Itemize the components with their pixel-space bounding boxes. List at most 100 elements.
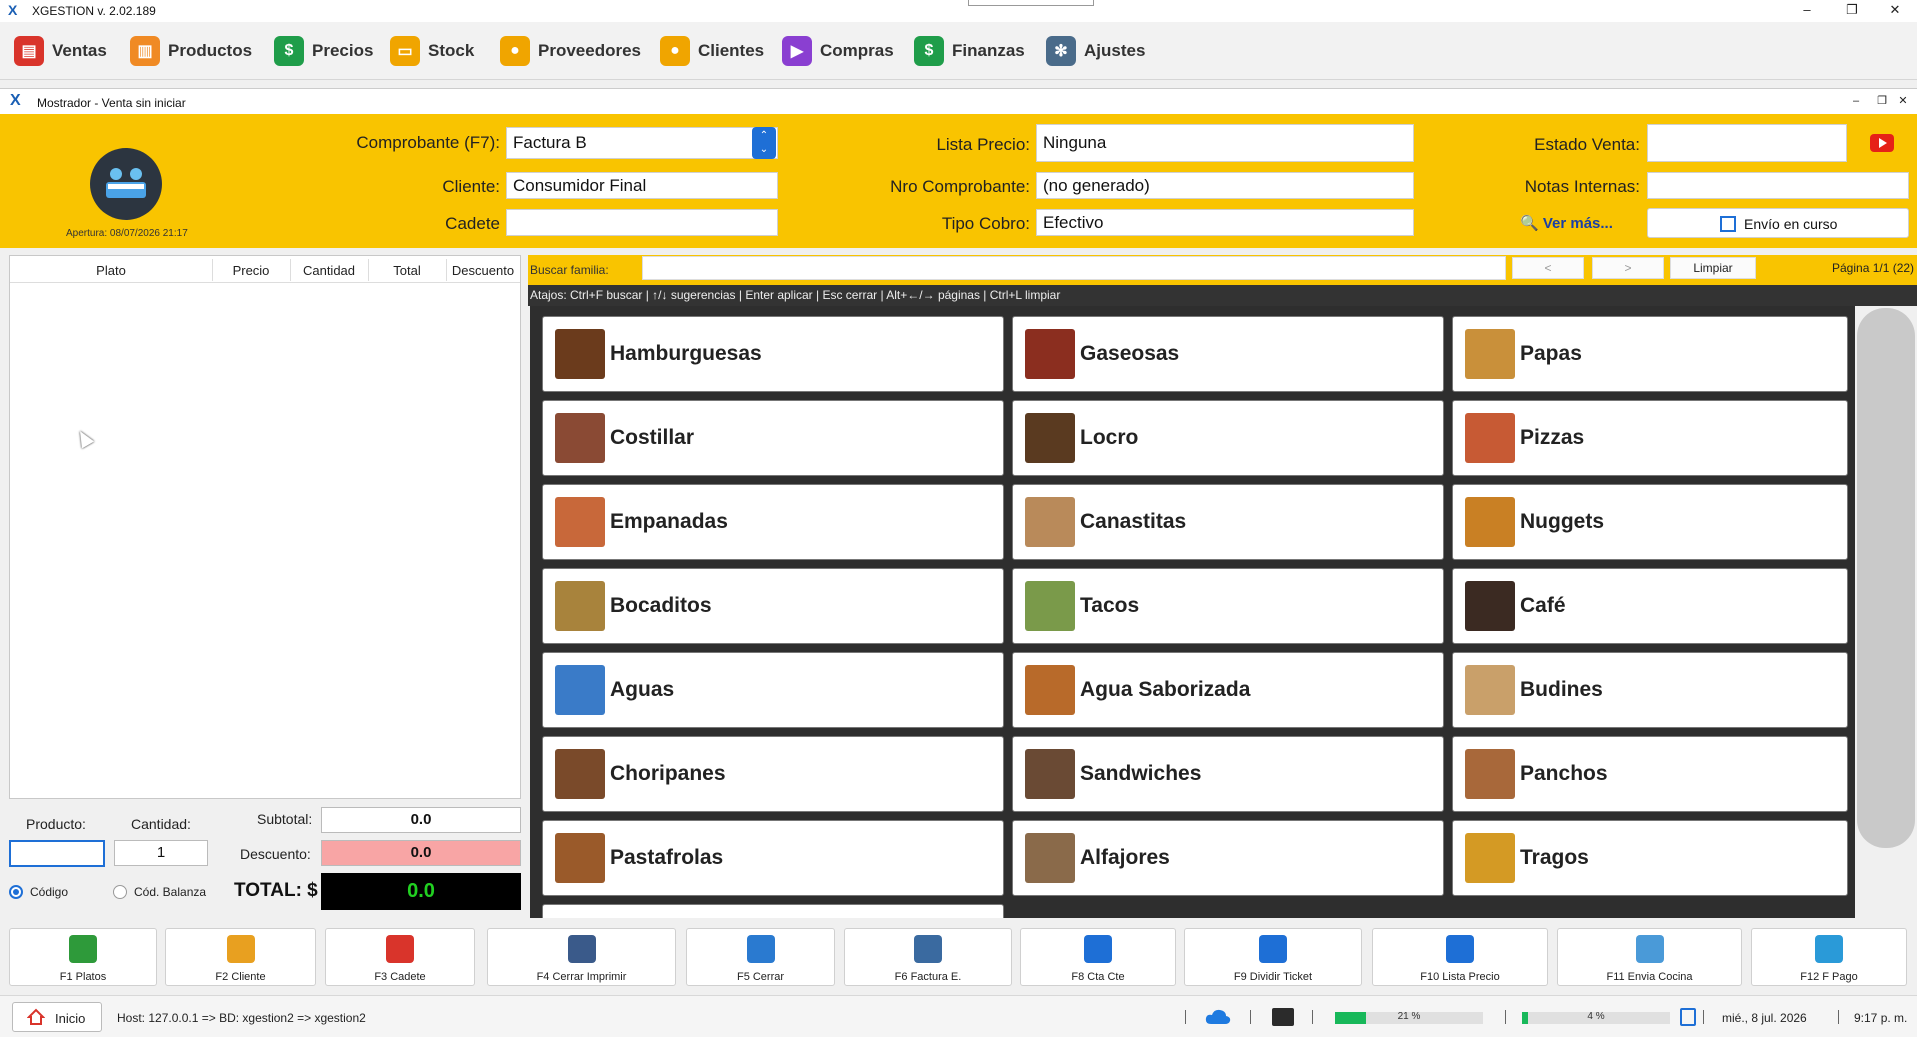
family-tile-tragos[interactable]: Tragos — [1452, 820, 1848, 896]
bank-icon — [1084, 935, 1112, 963]
coffee-icon — [1465, 581, 1515, 631]
family-name: Papas — [1520, 342, 1582, 365]
tipo-cobro-field[interactable]: Efectivo — [1036, 209, 1414, 236]
envio-checkbox[interactable] — [1720, 216, 1736, 232]
column-cantidad[interactable]: Cantidad — [290, 263, 368, 278]
menu-ajustes[interactable]: ✻ Ajustes — [1046, 32, 1145, 70]
cliente-field[interactable]: Consumidor Final — [506, 172, 778, 199]
terminal-icon[interactable] — [1272, 1008, 1294, 1026]
f6-label: F6 Factura E. — [894, 971, 962, 983]
f4-cerrar-imprimir-button[interactable]: F4 Cerrar Imprimir — [487, 928, 676, 986]
family-name: Budines — [1520, 678, 1603, 701]
stew-icon — [1025, 413, 1075, 463]
family-name: Canastitas — [1080, 510, 1187, 533]
f12-f-pago-button[interactable]: F12 F Pago — [1751, 928, 1907, 986]
family-tile-cafe[interactable]: Café — [1452, 568, 1848, 644]
f9-dividir-ticket-button[interactable]: F9 Dividir Ticket — [1184, 928, 1362, 986]
f6-factura-e-button[interactable]: F6 Factura E. — [844, 928, 1012, 986]
family-tile-agua-saborizada[interactable]: Agua Saborizada — [1012, 652, 1444, 728]
family-tile-hamburguesas[interactable]: Hamburguesas — [542, 316, 1004, 392]
column-descuento[interactable]: Descuento — [446, 263, 520, 278]
app-title: XGESTION v. 2.02.189 — [32, 4, 156, 18]
family-name: Panchos — [1520, 762, 1608, 785]
family-tile-panchos[interactable]: Panchos — [1452, 736, 1848, 812]
cadete-field[interactable] — [506, 209, 778, 236]
inicio-button[interactable]: Inicio — [12, 1002, 102, 1032]
lista-precio-label: Lista Precio: — [936, 135, 1030, 154]
f1-label: F1 Platos — [59, 971, 107, 983]
family-tile-canastitas[interactable]: Canastitas — [1012, 484, 1444, 560]
fries-icon — [1465, 329, 1515, 379]
family-tile-gaseosas[interactable]: Gaseosas — [1012, 316, 1444, 392]
f10-lista-precio-button[interactable]: F10 Lista Precio — [1372, 928, 1548, 986]
menu-ventas[interactable]: ▤ Ventas — [14, 32, 107, 70]
envio-en-curso-toggle[interactable]: Envío en curso — [1647, 208, 1909, 238]
cantidad-input[interactable]: 1 — [114, 840, 208, 866]
family-tile-pastafrolas[interactable]: Pastafrolas — [542, 820, 1004, 896]
descuento-value[interactable]: 0.0 — [321, 840, 521, 866]
next-page-button[interactable]: > — [1592, 257, 1664, 279]
courier-icon — [386, 935, 414, 963]
family-tile-locro[interactable]: Locro — [1012, 400, 1444, 476]
inicio-label: Inicio — [55, 1011, 86, 1026]
menu-productos[interactable]: ▥ Productos — [130, 32, 252, 70]
menu-proveedores[interactable]: ● Proveedores — [500, 32, 641, 70]
f2-cliente-button[interactable]: F2 Cliente — [165, 928, 316, 986]
family-tile-aguas[interactable]: Aguas — [542, 652, 1004, 728]
comprobante-dropdown-button[interactable]: ⌃ ⌄ — [752, 127, 776, 159]
notas-internas-field[interactable] — [1647, 172, 1909, 199]
cloud-icon[interactable] — [1205, 1008, 1231, 1026]
scrollbar-thumb[interactable] — [1857, 308, 1915, 848]
diner-table-icon — [106, 168, 146, 198]
menu-compras-label: Compras — [820, 41, 894, 60]
family-tile-empanadas[interactable]: Empanadas — [542, 484, 1004, 560]
water-icon — [555, 665, 605, 715]
column-plato[interactable]: Plato — [10, 263, 212, 278]
family-tile-sandwiches[interactable]: Sandwiches — [1012, 736, 1444, 812]
choripan-icon — [555, 749, 605, 799]
menu-ventas-label: Ventas — [52, 41, 107, 60]
menu-stock[interactable]: ▭ Stock — [390, 32, 474, 70]
f5-cerrar-button[interactable]: F5 Cerrar — [686, 928, 835, 986]
comprobante-select[interactable]: Factura B — [506, 127, 778, 159]
family-tile-tacos[interactable]: Tacos — [1012, 568, 1444, 644]
ver-mas-link[interactable]: 🔍 Ver más... — [1520, 214, 1613, 232]
family-tile-papas[interactable]: Papas — [1452, 316, 1848, 392]
video-help-icon[interactable] — [1870, 134, 1894, 152]
prev-page-button[interactable]: < — [1512, 257, 1584, 279]
family-tile-nuggets[interactable]: Nuggets — [1452, 484, 1848, 560]
menu-finanzas[interactable]: $ Finanzas — [914, 32, 1025, 70]
gear-icon: ✻ — [1046, 36, 1076, 66]
lista-precio-field[interactable]: Ninguna — [1036, 124, 1414, 162]
f8-cta-cte-button[interactable]: F8 Cta Cte — [1020, 928, 1176, 986]
family-search-input[interactable] — [642, 256, 1506, 280]
family-tile-costillar[interactable]: Costillar — [542, 400, 1004, 476]
family-tile-partial[interactable] — [542, 904, 1004, 918]
database-icon[interactable] — [1680, 1008, 1696, 1026]
column-precio[interactable]: Precio — [212, 263, 290, 278]
app-title-bar: X XGESTION v. 2.02.189 – ❐ ✕ — [0, 0, 1917, 22]
family-tile-choripanes[interactable]: Choripanes — [542, 736, 1004, 812]
f1-platos-button[interactable]: F1 Platos — [9, 928, 157, 986]
order-table[interactable]: Plato Precio Cantidad Total Descuento — [9, 255, 521, 799]
f3-cadete-button[interactable]: F3 Cadete — [325, 928, 475, 986]
close-button[interactable]: ✕ — [1873, 0, 1917, 22]
minimize-button[interactable]: – — [1785, 0, 1829, 22]
subwindow-close-button[interactable]: ✕ — [1886, 89, 1917, 111]
family-tile-budines[interactable]: Budines — [1452, 652, 1848, 728]
family-tile-alfajores[interactable]: Alfajores — [1012, 820, 1444, 896]
cod-balanza-radio[interactable] — [113, 885, 127, 899]
window-logo-icon: X — [10, 92, 21, 109]
menu-compras[interactable]: ▶ Compras — [782, 32, 894, 70]
family-name: Gaseosas — [1080, 342, 1180, 365]
family-tile-bocaditos[interactable]: Bocaditos — [542, 568, 1004, 644]
menu-precios[interactable]: $ Precios — [274, 32, 373, 70]
codigo-radio[interactable] — [9, 885, 23, 899]
f11-envia-cocina-button[interactable]: F11 Envia Cocina — [1557, 928, 1742, 986]
menu-clientes[interactable]: ● Clientes — [660, 32, 764, 70]
producto-input[interactable] — [9, 840, 105, 867]
family-tile-pizzas[interactable]: Pizzas — [1452, 400, 1848, 476]
maximize-button[interactable]: ❐ — [1830, 0, 1874, 22]
clear-search-button[interactable]: Limpiar — [1670, 257, 1756, 279]
column-total[interactable]: Total — [368, 263, 446, 278]
